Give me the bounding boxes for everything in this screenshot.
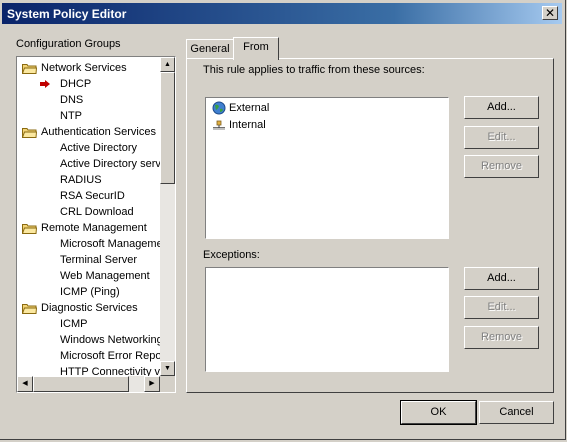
tab-from[interactable]: From — [233, 37, 279, 60]
tree-horizontal-scrollbar[interactable]: ◀ ▶ — [17, 376, 160, 392]
scrollbar-corner — [160, 376, 175, 392]
tree-item-label: CRL Download — [60, 206, 134, 218]
tree-child-item[interactable]: Active Directory — [17, 140, 160, 156]
tree-child-item[interactable]: Microsoft Error Repo — [17, 348, 162, 364]
title-bar[interactable]: System Policy Editor ✕ — [2, 3, 562, 24]
scroll-up-icon[interactable]: ▲ — [160, 57, 175, 72]
tree-item-label: DNS — [60, 94, 84, 106]
tree-item-label: NTP — [60, 110, 82, 122]
network-icon — [213, 120, 225, 130]
tree-item-label: Microsoft Error Repo — [60, 350, 162, 362]
edit-source-button[interactable]: Edit... — [464, 126, 539, 149]
scroll-left-icon[interactable]: ◀ — [17, 376, 33, 392]
remove-exception-button[interactable]: Remove — [464, 326, 539, 349]
tree-item-label: Microsoft Manageme — [60, 238, 163, 250]
tree-child-item[interactable]: CRL Download — [17, 204, 160, 220]
folder-icon — [22, 128, 37, 138]
tree-item-label: ICMP — [60, 318, 88, 330]
tree-group-item[interactable]: Network Services — [17, 60, 160, 76]
source-external-label: External — [229, 102, 270, 114]
exceptions-label: Exceptions: — [203, 249, 260, 261]
tree-group-item[interactable]: Remote Management — [17, 220, 160, 236]
system-policy-editor-window: System Policy Editor ✕ Configuration Gro… — [0, 0, 566, 440]
tree-child-item[interactable]: ICMP — [17, 316, 160, 332]
scroll-right-icon[interactable]: ▶ — [144, 376, 160, 392]
tree-child-item[interactable]: RADIUS — [17, 172, 160, 188]
configuration-groups-tree[interactable]: Network Services DHCP DNS NTP Authentication… — [16, 56, 176, 393]
edit-exception-button[interactable]: Edit... — [464, 296, 539, 319]
folder-icon — [22, 304, 37, 314]
tree-item-label: Windows Networking — [60, 334, 163, 346]
arrow-right-icon — [40, 80, 50, 88]
tab-general[interactable]: General — [186, 39, 234, 59]
tree-child-item[interactable]: NTP — [17, 108, 160, 124]
tree-group-item[interactable]: Authentication Services — [17, 124, 160, 140]
add-exception-button[interactable]: Add... — [464, 267, 539, 290]
tree-child-item[interactable]: Web Management — [17, 268, 160, 284]
sources-description: This rule applies to traffic from these … — [203, 64, 425, 76]
tree-item-label: Diagnostic Services — [41, 302, 138, 314]
tree-item-label: Active Directory — [60, 142, 138, 154]
tree-item-label: Remote Management — [41, 222, 147, 234]
tree-child-item[interactable]: Windows Networking — [17, 332, 163, 348]
scroll-down-icon[interactable]: ▼ — [160, 361, 175, 376]
configuration-groups-label: Configuration Groups — [16, 38, 121, 50]
tree-item-label: RADIUS — [60, 174, 102, 186]
folder-icon — [22, 64, 37, 74]
vertical-scroll-thumb[interactable] — [160, 72, 175, 184]
tree-item-label: Terminal Server — [60, 254, 138, 266]
source-internal-label: Internal — [229, 119, 266, 131]
tree-child-item[interactable]: DHCP — [17, 76, 160, 92]
background-strip — [567, 0, 572, 442]
ok-button[interactable]: OK — [400, 400, 477, 425]
globe-icon — [212, 101, 226, 115]
tree-child-item[interactable]: Active Directory serv — [17, 156, 161, 172]
tree-child-item[interactable]: Microsoft Manageme — [17, 236, 163, 252]
tree-item-label: RSA SecurID — [60, 190, 125, 202]
folder-icon — [22, 224, 37, 234]
tree-child-item[interactable]: RSA SecurID — [17, 188, 160, 204]
cancel-button[interactable]: Cancel — [479, 401, 554, 424]
remove-source-button[interactable]: Remove — [464, 155, 539, 178]
close-icon[interactable]: ✕ — [542, 6, 558, 20]
tree-child-item[interactable]: ICMP (Ping) — [17, 284, 160, 300]
sources-list[interactable]: External Internal — [205, 97, 449, 239]
window-title: System Policy Editor — [7, 7, 127, 21]
from-tab-panel: This rule applies to traffic from these … — [186, 58, 554, 393]
tree-item-label: Network Services — [41, 62, 127, 74]
tree-item-label: Active Directory serv — [60, 158, 161, 170]
exceptions-list[interactable] — [205, 267, 449, 372]
tree-child-item[interactable]: Terminal Server — [17, 252, 160, 268]
tree-vertical-scrollbar[interactable]: ▲ ▼ — [160, 57, 175, 376]
tree-item-label: DHCP — [60, 78, 92, 90]
horizontal-scroll-thumb[interactable] — [33, 376, 129, 392]
tree-item-label: ICMP (Ping) — [60, 286, 120, 298]
tree-item-label: Authentication Services — [41, 126, 156, 138]
tree-item-label: Web Management — [60, 270, 150, 282]
tree-group-item[interactable]: Diagnostic Services — [17, 300, 160, 316]
tree-child-item[interactable]: DNS — [17, 92, 160, 108]
add-source-button[interactable]: Add... — [464, 96, 539, 119]
